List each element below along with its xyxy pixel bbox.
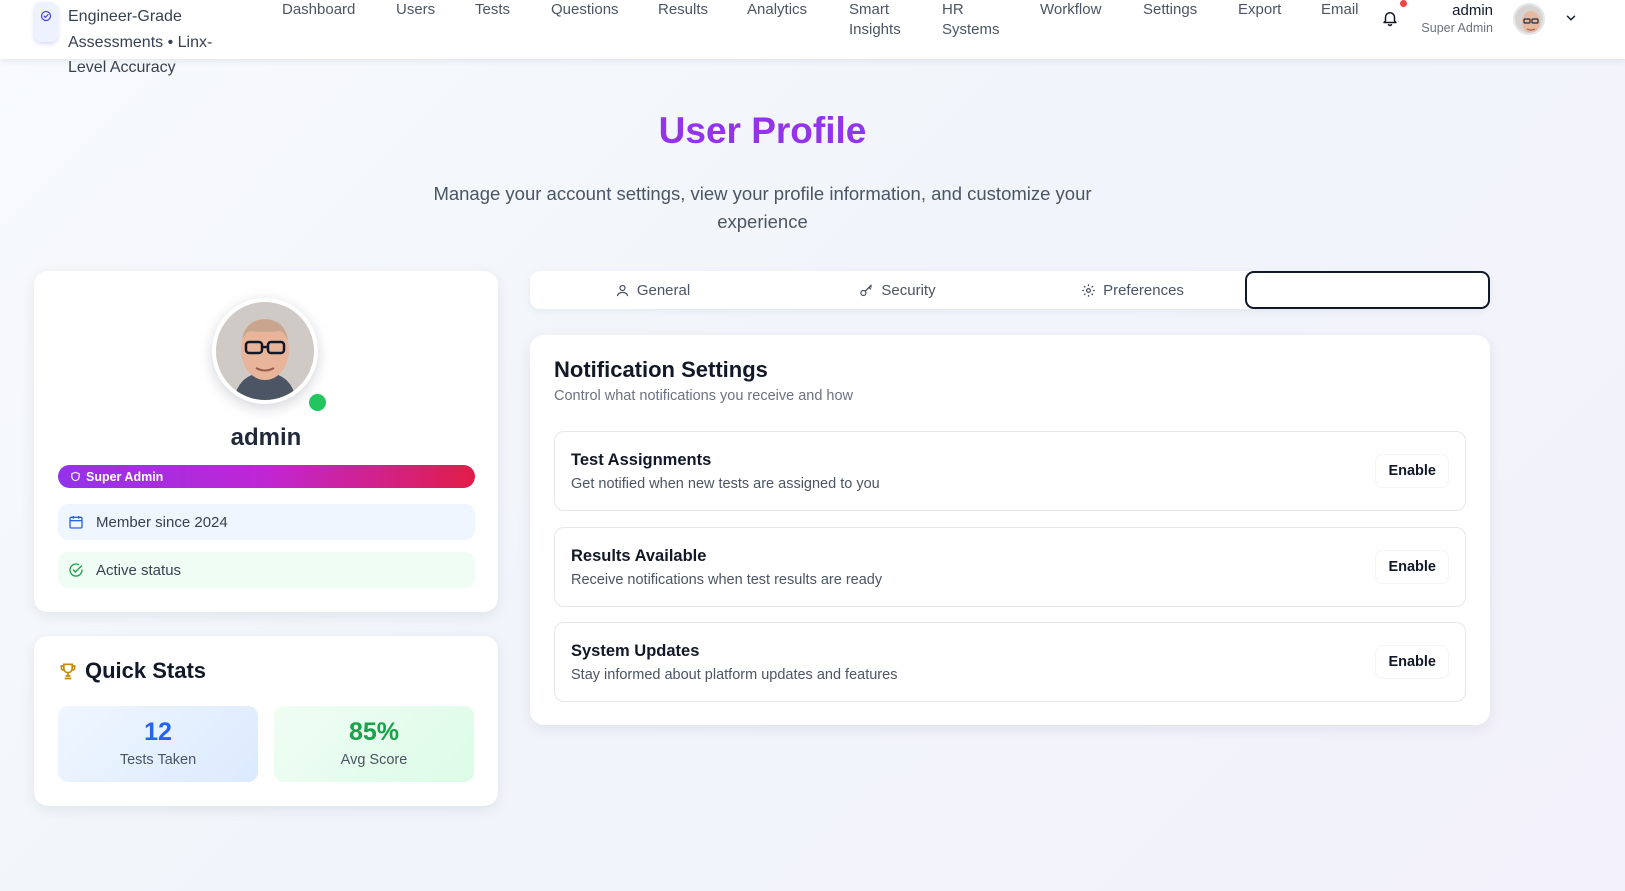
profile-avatar[interactable] <box>212 298 318 404</box>
page-title: User Profile <box>658 110 867 151</box>
user-icon <box>616 284 628 296</box>
nav-results[interactable]: Results <box>658 0 708 20</box>
nav-smart-insights[interactable]: Smart Insights <box>849 0 914 40</box>
key-icon <box>860 283 873 296</box>
avg-score-value: 85% <box>348 718 400 746</box>
notification-item-results-available: Results Available Receive notifications … <box>554 527 1466 607</box>
trophy-icon <box>60 663 76 680</box>
quick-stats-title: Quick Stats <box>85 658 207 683</box>
online-status-indicator <box>306 391 329 414</box>
header-user-role: Super Admin <box>1421 21 1493 35</box>
notification-item-title: Results Available <box>571 547 707 565</box>
tab-notifications[interactable]: Notifications <box>1245 271 1490 309</box>
avatar[interactable] <box>1513 3 1545 35</box>
tab-general[interactable]: General <box>530 271 775 309</box>
notification-indicator <box>1400 0 1407 7</box>
nav-dashboard[interactable]: Dashboard <box>282 0 355 20</box>
badge-check-icon <box>40 10 52 22</box>
tab-security-label: Security <box>881 281 936 299</box>
user-photo-icon <box>216 302 314 400</box>
gear-icon <box>1082 283 1095 297</box>
enable-test-assignments-button[interactable]: Enable <box>1375 454 1449 488</box>
tab-preferences[interactable]: Preferences <box>1020 271 1245 309</box>
notification-item-description: Stay informed about platform updates and… <box>571 667 898 683</box>
nav-users[interactable]: Users <box>396 0 435 20</box>
calendar-icon <box>69 516 83 529</box>
page-subtitle: Manage your account settings, view your … <box>433 183 1092 232</box>
quick-stats-heading: Quick Stats <box>58 658 206 684</box>
member-since-row: Member since 2024 <box>58 504 475 540</box>
notification-item-system-updates: System Updates Stay informed about platf… <box>554 622 1466 702</box>
nav-workflow[interactable]: Workflow <box>1040 0 1101 20</box>
tab-security[interactable]: Security <box>775 271 1020 309</box>
top-navigation-bar: Engineer-Grade Assessments • Linx-Level … <box>0 0 1625 76</box>
nav-settings[interactable]: Settings <box>1143 0 1197 20</box>
brand-title[interactable]: Engineer-Grade Assessments • Linx-Level … <box>68 4 243 81</box>
notification-item-description: Receive notifications when test results … <box>571 572 883 588</box>
avg-score-stat: 85% Avg Score <box>274 706 474 782</box>
notification-settings-title: Notification Settings <box>554 357 768 382</box>
tab-preferences-label: Preferences <box>1103 281 1184 299</box>
tab-general-label: General <box>636 281 691 299</box>
nav-export[interactable]: Export <box>1238 0 1281 20</box>
member-since-label: Member since 2024 <box>96 513 228 531</box>
nav-questions[interactable]: Questions <box>551 0 619 20</box>
active-status-row: Active status <box>58 552 475 588</box>
nav-tests[interactable]: Tests <box>475 0 510 20</box>
active-status-label: Active status <box>96 561 182 579</box>
user-menu-toggle[interactable] <box>1564 11 1580 27</box>
header-user-name[interactable]: admin <box>1418 2 1493 19</box>
notification-item-description: Get notified when new tests are assigned… <box>571 476 880 492</box>
notification-item-test-assignments: Test Assignments Get notified when new t… <box>554 431 1466 511</box>
check-circle-icon <box>69 563 83 577</box>
user-avatar-icon <box>1515 5 1543 33</box>
chevron-down-icon <box>1566 15 1576 21</box>
nav-hr-systems[interactable]: HR Systems <box>942 0 1007 40</box>
notification-settings-subtitle: Control what notifications you receive a… <box>554 388 854 404</box>
tests-taken-value: 12 <box>144 718 172 746</box>
profile-name: admin <box>230 424 302 451</box>
nav-analytics[interactable]: Analytics <box>747 0 807 20</box>
role-badge-label: Super Admin <box>86 469 164 484</box>
tab-notifications-label: Notifications <box>1326 281 1409 299</box>
notification-item-title: Test Assignments <box>571 451 712 469</box>
tests-taken-label: Tests Taken <box>119 752 197 768</box>
enable-results-available-button[interactable]: Enable <box>1375 550 1449 584</box>
bell-icon <box>1383 12 1397 27</box>
avg-score-label: Avg Score <box>340 752 408 768</box>
enable-system-updates-button[interactable]: Enable <box>1375 645 1449 679</box>
logo-icon[interactable] <box>34 2 58 42</box>
role-badge: Super Admin <box>58 465 475 488</box>
tests-taken-stat: 12 Tests Taken <box>58 706 258 782</box>
notification-item-title: System Updates <box>571 642 700 660</box>
shield-icon <box>71 471 80 482</box>
nav-email[interactable]: Email <box>1321 0 1359 20</box>
notifications-button[interactable] <box>1381 9 1401 29</box>
